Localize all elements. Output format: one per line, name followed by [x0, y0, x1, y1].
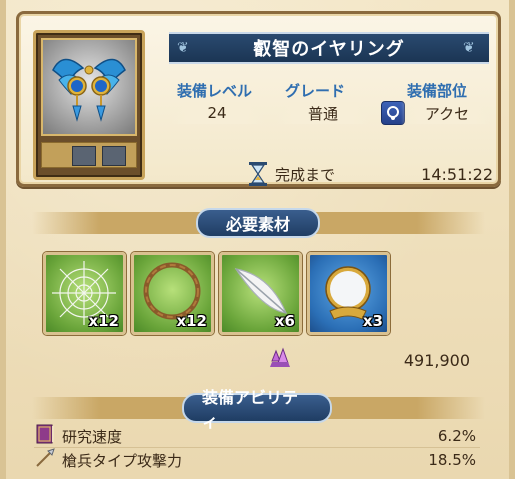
material-qty: x12	[88, 312, 119, 330]
material-qty: x6	[274, 312, 295, 330]
ornament-left-icon: ❦	[177, 40, 190, 56]
book-icon	[34, 423, 56, 449]
material-slot-mirror[interactable]: x3	[307, 252, 390, 335]
materials-header: 必要素材	[196, 208, 320, 238]
earring-item-icon	[41, 38, 137, 136]
crystal-icon	[268, 347, 292, 373]
material-slot-vine[interactable]: x12	[131, 252, 214, 335]
ornament-right-icon: ❦	[463, 40, 476, 56]
empty-slot-icon	[72, 146, 96, 166]
material-slot-feather[interactable]: x6	[219, 252, 302, 335]
material-qty: x12	[176, 312, 207, 330]
ability-name: 研究速度	[62, 427, 123, 446]
materials-title: 必要素材	[225, 215, 290, 234]
empty-slot-icon	[102, 146, 126, 166]
ability-row: 槍兵タイプ攻撃力 18.5%	[34, 447, 480, 473]
item-info-card: ❦ 叡智のイヤリング ❦ 装備レベル 24 グレード 普通 装備部位 アクセ 完…	[16, 11, 501, 187]
spear-icon	[34, 447, 56, 473]
cost-value: 491,900	[403, 350, 470, 370]
timer-value: 14:51:22	[421, 164, 493, 184]
ability-value: 18.5%	[428, 451, 476, 469]
material-slot-web[interactable]: x12	[43, 252, 126, 335]
ability-value: 6.2%	[437, 427, 476, 445]
ability-divider	[34, 447, 480, 448]
level-label: 装備レベル	[177, 82, 253, 100]
crafting-screen: ❦ 叡智のイヤリング ❦ 装備レベル 24 グレード 普通 装備部位 アクセ 完…	[0, 0, 515, 479]
ability-row: 研究速度 6.2%	[34, 423, 480, 449]
timer-row: 完成まで 14:51:22	[247, 160, 497, 188]
hourglass-icon	[247, 161, 269, 187]
timer-label: 完成まで	[275, 165, 336, 184]
slot-value: アクセ	[401, 102, 493, 124]
slot-label: 装備部位	[407, 82, 468, 100]
abilities-header: 装備アビリティ	[182, 388, 332, 431]
grade-label: グレード	[285, 82, 346, 100]
ability-name: 槍兵タイプ攻撃力	[62, 451, 183, 470]
level-value: 24	[169, 102, 265, 124]
material-qty: x3	[362, 312, 383, 330]
item-portrait-frame[interactable]	[33, 30, 145, 180]
item-name-banner: ❦ 叡智のイヤリング ❦	[169, 32, 489, 64]
upgrade-slot-row	[41, 142, 137, 168]
cost-row: 491,900	[268, 347, 482, 373]
item-name: 叡智のイヤリング	[253, 39, 405, 60]
grade-value: 普通	[275, 102, 371, 124]
